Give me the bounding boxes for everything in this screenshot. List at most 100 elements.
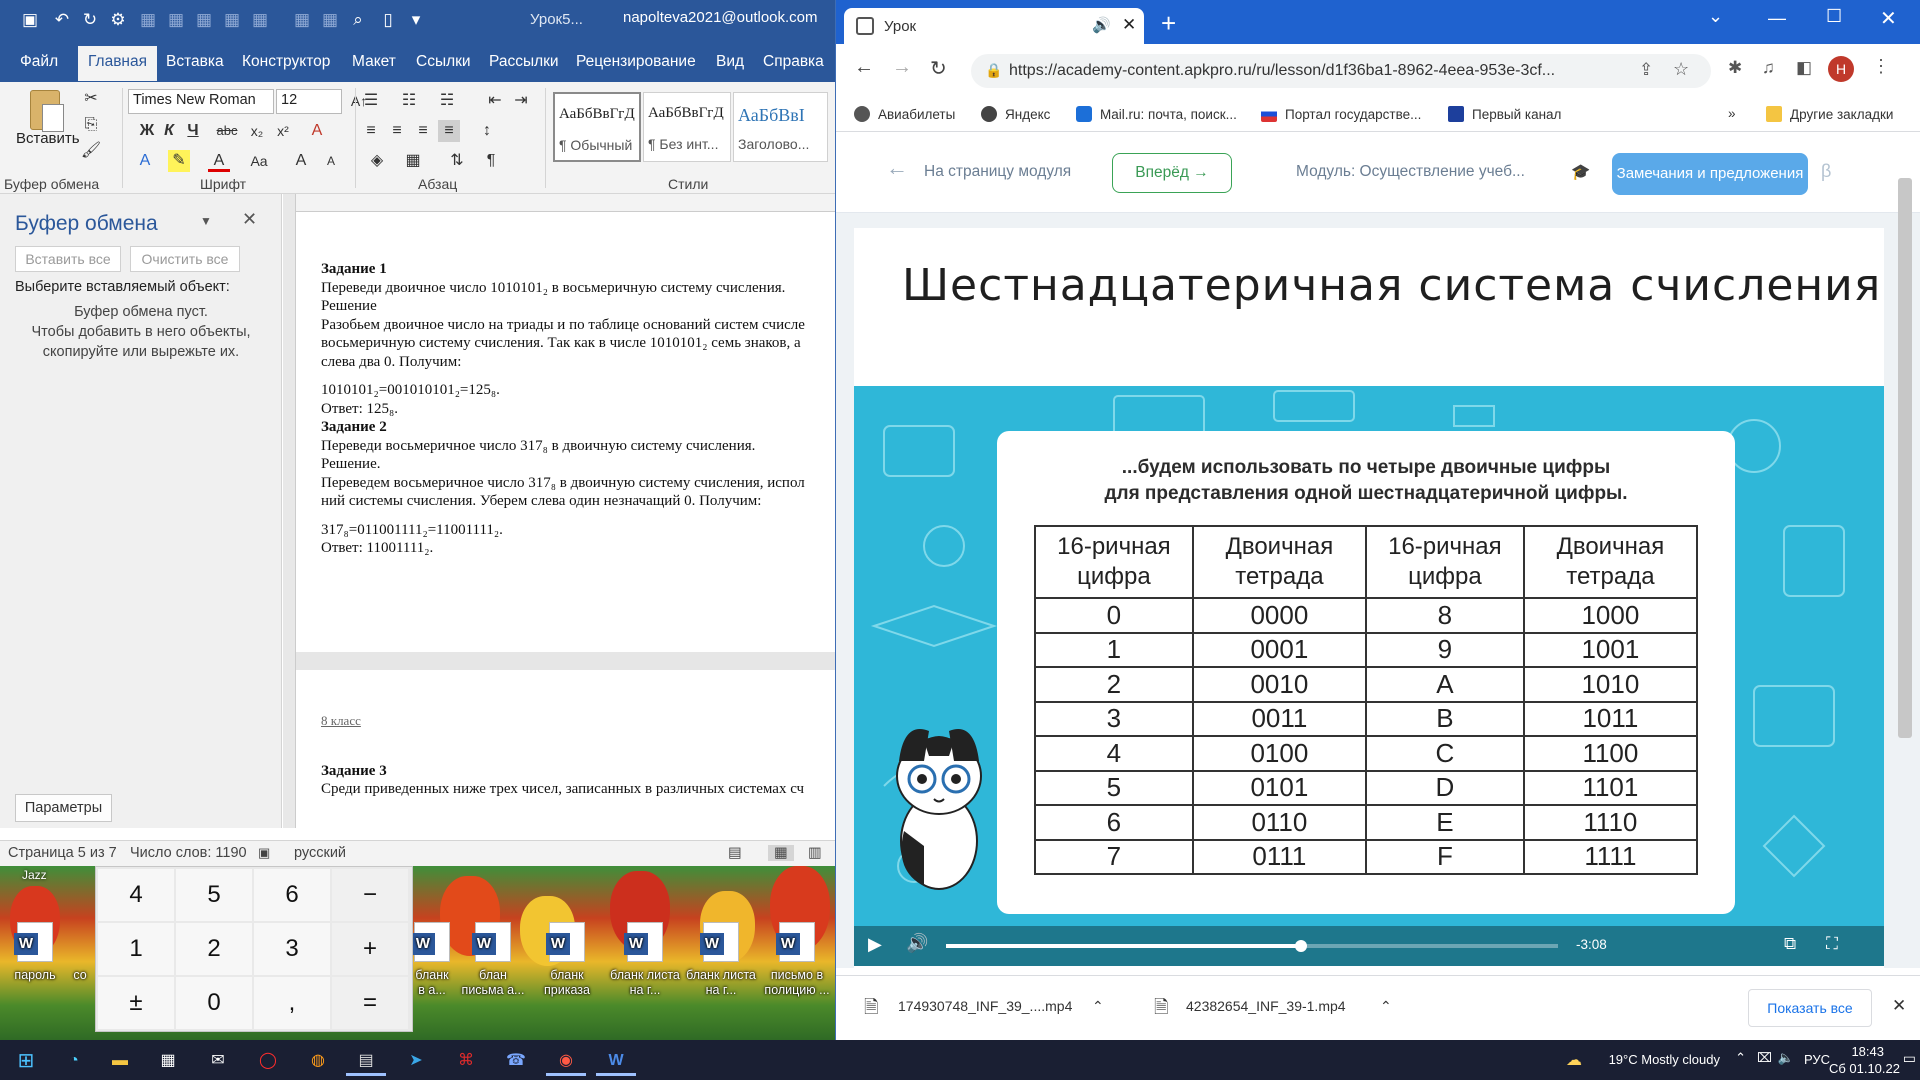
font-size-field[interactable]: 12 [276,89,342,114]
close-icon[interactable]: ✕ [242,209,257,230]
bullets-icon[interactable]: ☰ [360,90,382,112]
decrease-font-icon[interactable]: A [320,150,342,172]
clear-all-button[interactable]: Очистить все [130,246,240,272]
paste-all-button[interactable]: Вставить все [15,246,121,272]
borders-icon[interactable]: ▦ [402,150,424,172]
key-5[interactable]: 5 [176,869,252,921]
key-1[interactable]: 1 [98,923,174,975]
sort-icon[interactable]: ⇅ [446,150,468,172]
tab-insert[interactable]: Вставка [166,53,224,71]
cut-icon[interactable]: ✂ [80,88,102,110]
lock-icon[interactable]: 🔒 [985,62,1002,79]
underline-icon[interactable]: Ч [182,120,204,142]
redo-icon[interactable]: ↻ [78,8,102,32]
font-name-field[interactable]: Times New Roman [128,89,274,114]
video-player[interactable]: ...будем использовать по четыре двоичные… [854,386,1884,966]
key-decimal[interactable]: , [254,977,330,1029]
fullscreen-icon[interactable]: ⛶ [1826,934,1838,954]
desktop-file-5[interactable]: Wбланк приказа [532,922,602,998]
subscript-icon[interactable]: x₂ [246,120,268,142]
seek-bar[interactable] [946,940,1558,952]
account-name[interactable]: napolteva2021@outlook.com [623,9,818,26]
web-layout-icon[interactable]: ▥ [808,845,822,861]
mail-icon[interactable]: ✉ [198,1046,238,1076]
bookmark-first-channel[interactable]: Первый канал [1448,106,1561,122]
back-to-module-link[interactable]: На страницу модуля [924,163,1071,181]
key-4[interactable]: 4 [98,869,174,921]
highlight-icon[interactable]: ✎ [168,150,190,172]
tab-view[interactable]: Вид [716,53,744,71]
strikethrough-icon[interactable]: abc [216,120,238,142]
table-icon-6[interactable]: ▦ [290,8,314,32]
page-5[interactable]: Задание 1 Переведи двоичное число 101010… [296,212,835,652]
page-count[interactable]: Страница 5 из 7 [8,845,117,861]
scrollbar-thumb[interactable] [1898,178,1912,738]
forward-button[interactable]: Вперёд → [1112,153,1232,193]
extensions-icon[interactable]: ✱ [1728,58,1742,78]
remarks-button[interactable]: Замечания и предложения [1612,153,1808,195]
horizontal-ruler[interactable] [296,194,835,212]
table-icon-7[interactable]: ▦ [318,8,342,32]
tab-design[interactable]: Конструктор [242,53,330,71]
edge-icon[interactable]: ◔ [54,1046,94,1076]
back-icon[interactable]: ← [854,56,874,79]
customize-icon[interactable]: ▾ [404,8,428,32]
play-icon[interactable]: ▶ [868,934,882,955]
store-icon[interactable]: ▦ [148,1046,188,1076]
module-title[interactable]: Модуль: Осуществление учеб... [1296,163,1525,181]
italic-icon[interactable]: К [158,120,180,142]
print-preview-icon[interactable]: ⌕ [346,8,370,32]
justify-icon[interactable]: ≡ [438,120,460,142]
pilcrow-icon[interactable]: ¶ [480,150,502,172]
close-downloads-icon[interactable]: ✕ [1892,996,1906,1016]
table-icon-2[interactable]: ▦ [164,8,188,32]
volume-icon[interactable]: 🔊 [906,933,928,954]
maximize-icon[interactable]: ☐ [1826,6,1842,27]
desktop-file-6[interactable]: Wбланк листа на г... [610,922,680,998]
clock-time[interactable]: 18:43 [1851,1044,1884,1059]
desktop-file-2[interactable]: со [60,922,100,983]
key-0[interactable]: 0 [176,977,252,1029]
style-normal[interactable]: АаБбВвГгД ¶ Обычный [553,92,641,162]
font-color-icon[interactable]: A [208,150,230,172]
clear-format-icon[interactable]: A [306,120,328,142]
chrome-icon[interactable]: ◉ [546,1046,586,1076]
download-item-1[interactable]: 174930748_INF_39_....mp4 [898,998,1072,1014]
multilevel-icon[interactable]: ☵ [436,90,458,112]
chevron-up-icon[interactable]: ⌃ [1092,998,1104,1015]
style-heading[interactable]: АаБбВвІ Заголово... [733,92,828,162]
print-layout-icon[interactable]: ▦ [768,845,794,861]
save-icon[interactable]: ▣ [18,8,42,32]
telegram-icon[interactable]: ➤ [396,1046,436,1076]
more-bookmarks-icon[interactable]: » [1728,106,1736,121]
show-all-button[interactable]: Показать все [1748,989,1872,1027]
desktop-file-7[interactable]: Wбланк листа на г... [686,922,756,998]
decrease-indent-icon[interactable]: ⇤ [484,90,506,112]
word-count[interactable]: Число слов: 1190 [130,845,247,861]
bookmark-yandex[interactable]: Яндекс [981,106,1050,122]
download-item-2[interactable]: 42382654_INF_39-1.mp4 [1186,998,1346,1014]
close-window-icon[interactable]: ✕ [1880,6,1897,31]
read-mode-icon[interactable]: ▤ [728,845,742,861]
forward-icon[interactable]: → [892,56,912,79]
key-equals[interactable]: = [332,977,408,1029]
tab-layout[interactable]: Макет [352,53,396,71]
format-painter-icon[interactable]: 🖌 [80,140,102,162]
reload-icon[interactable]: ↻ [930,56,947,81]
start-icon[interactable]: ⊞ [6,1046,46,1076]
proofing-icon[interactable]: ▣ [258,845,270,861]
notifications-icon[interactable]: ▭ [1903,1050,1916,1067]
tab-references[interactable]: Ссылки [416,53,471,71]
increase-indent-icon[interactable]: ⇥ [510,90,532,112]
new-tab-icon[interactable]: + [1161,8,1176,39]
desktop-file-3[interactable]: Wбланк в а... [412,922,452,998]
tab-file[interactable]: Файл [20,53,58,71]
chevron-up-icon[interactable]: ⌃ [1380,998,1392,1015]
copy-icon[interactable]: ⎘ [80,114,102,136]
key-2[interactable]: 2 [176,923,252,975]
bookmark-aviabilety[interactable]: Авиабилеты [854,106,955,122]
key-minus[interactable]: − [332,869,408,921]
desktop-file-8[interactable]: Wписьмо в полицию ... [762,922,832,998]
address-bar[interactable]: 🔒 https://academy-content.apkpro.ru/ru/l… [971,54,1711,88]
side-panel-icon[interactable]: ◧ [1796,58,1812,78]
